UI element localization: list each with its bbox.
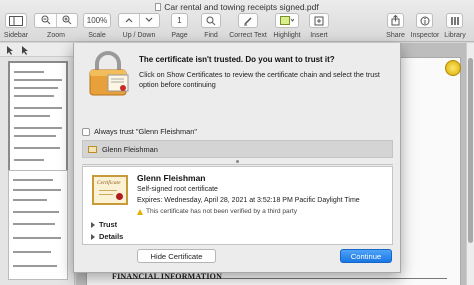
- certificate-details: Certificate Glenn Fleishman Self-signed …: [82, 166, 393, 245]
- dialog-message: Click on Show Certificates to review the…: [139, 70, 380, 89]
- certificate-name: Glenn Fleishman: [137, 173, 206, 183]
- zoom-in-button[interactable]: [56, 15, 77, 27]
- highlighter-icon: [280, 16, 294, 25]
- insert-icon: [314, 16, 324, 25]
- warning-icon: [137, 208, 143, 215]
- details-disclosure[interactable]: Details: [91, 232, 123, 241]
- window-title: Car rental and towing receipts signed.pd…: [0, 2, 474, 12]
- toolbar: Car rental and towing receipts signed.pd…: [0, 0, 474, 42]
- highlight-label: Highlight: [273, 32, 301, 39]
- chain-item[interactable]: Glenn Fleishman: [83, 141, 392, 157]
- certificate-warning: This certificate has not been verified b…: [137, 208, 297, 215]
- inspector-label: Inspector: [410, 32, 440, 39]
- zoom-label: Zoom: [47, 32, 65, 39]
- updown-control: [118, 13, 160, 28]
- updown-label: Up / Down: [122, 32, 156, 39]
- search-icon: [206, 16, 216, 25]
- document-heading: FINANCIAL INFORMATION: [112, 272, 223, 281]
- correct-text-label: Correct Text: [229, 32, 267, 39]
- disclosure-triangle-icon: [91, 233, 95, 240]
- page-thumbnail-1[interactable]: [8, 61, 68, 176]
- library-button[interactable]: [446, 13, 463, 28]
- sidebar-icon: [9, 15, 23, 26]
- certificate-icon: [88, 145, 97, 153]
- page-down-button[interactable]: [139, 16, 159, 25]
- certificate-type: Self-signed root certificate: [137, 186, 218, 193]
- sidebar-button[interactable]: [5, 13, 27, 28]
- pdf-document-icon: [155, 3, 162, 11]
- page-label: Page: [171, 32, 188, 39]
- always-trust-row[interactable]: Always trust "Glenn Fleishman": [82, 127, 197, 136]
- page-field[interactable]: 1: [171, 13, 188, 28]
- find-button[interactable]: [201, 13, 221, 28]
- select-tools-icon[interactable]: [4, 44, 34, 56]
- hide-certificate-button[interactable]: Hide Certificate: [137, 249, 216, 263]
- pen-icon: [244, 16, 252, 25]
- dialog-title: The certificate isn't trusted. Do you wa…: [139, 55, 335, 64]
- page-thumbnail-2[interactable]: [8, 170, 68, 280]
- chain-item-label: Glenn Fleishman: [102, 144, 158, 154]
- certificate-warning-text: This certificate has not been verified b…: [146, 208, 297, 215]
- scrollbar-thumb[interactable]: [468, 58, 473, 243]
- library-icon: [450, 16, 459, 25]
- zoom-out-button[interactable]: [35, 15, 56, 27]
- page-up-button[interactable]: [119, 16, 139, 25]
- splitter-handle-icon: [236, 160, 239, 163]
- scale-label: Scale: [88, 32, 106, 39]
- trust-section-label: Trust: [99, 220, 118, 229]
- insert-label: Insert: [310, 32, 328, 39]
- window-title-text: Car rental and towing receipts signed.pd…: [164, 2, 319, 12]
- insert-button[interactable]: [309, 13, 329, 28]
- thumbnail-sidebar: [0, 43, 75, 285]
- certificate-chain-list: Glenn Fleishman: [82, 140, 393, 158]
- certificate-image-icon: Certificate: [92, 175, 128, 205]
- pane-splitter[interactable]: [82, 158, 393, 165]
- share-icon: [391, 15, 400, 26]
- scale-field[interactable]: 100%: [83, 13, 111, 28]
- share-button[interactable]: [387, 13, 404, 28]
- highlight-button[interactable]: [275, 13, 299, 28]
- certificate-trust-dialog: The certificate isn't trusted. Do you wa…: [73, 43, 401, 273]
- always-trust-label: Always trust "Glenn Fleishman": [94, 127, 198, 136]
- chevron-up-icon: [125, 18, 133, 23]
- share-label: Share: [386, 32, 405, 39]
- chevron-down-icon: [145, 17, 153, 22]
- sidebar-tools: [0, 43, 75, 57]
- signature-seal-icon: [445, 60, 461, 76]
- always-trust-checkbox[interactable]: [82, 127, 90, 136]
- sidebar-label: Sidebar: [3, 32, 29, 39]
- details-section-label: Details: [99, 232, 124, 241]
- zoom-out-icon: [41, 15, 50, 24]
- certificate-image-text: Certificate: [97, 180, 121, 186]
- inspector-icon: [420, 16, 429, 25]
- library-label: Library: [444, 32, 466, 39]
- vertical-scrollbar[interactable]: [466, 43, 474, 285]
- inspector-button[interactable]: [416, 13, 433, 28]
- certificate-expiry: Expires: Wednesday, April 28, 2021 at 3:…: [137, 197, 360, 204]
- lock-certificate-icon: [89, 51, 129, 96]
- zoom-in-icon: [62, 15, 71, 24]
- continue-button[interactable]: Continue: [340, 249, 392, 263]
- disclosure-triangle-icon: [91, 221, 95, 228]
- find-label: Find: [204, 32, 218, 39]
- correct-text-button[interactable]: [238, 13, 258, 28]
- zoom-control: [34, 13, 78, 28]
- trust-disclosure[interactable]: Trust: [91, 220, 117, 229]
